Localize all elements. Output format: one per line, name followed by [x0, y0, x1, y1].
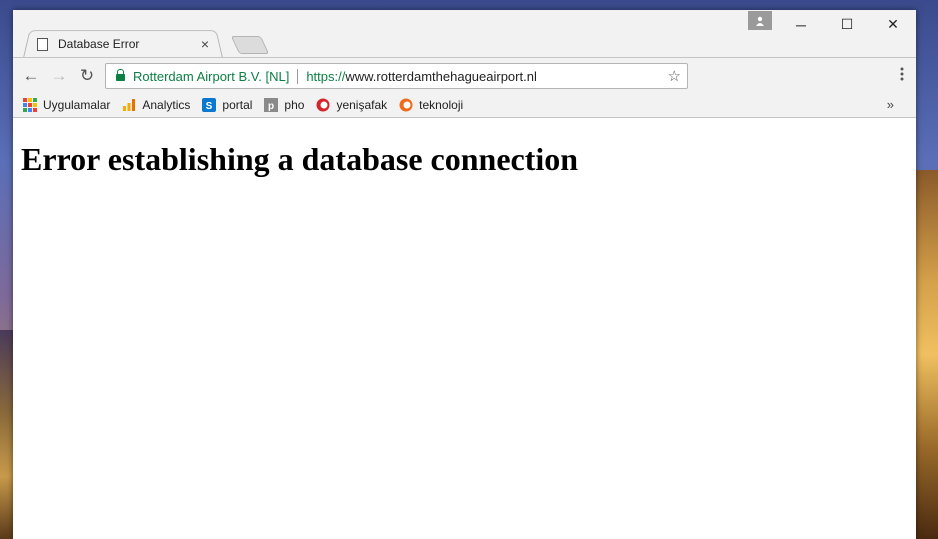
bookmark-label: Uygulamalar	[43, 97, 111, 112]
toolbar: ← → ↻ Rotterdam Airport B.V. [NL] https:…	[13, 57, 916, 92]
maximize-button[interactable]: ☐	[824, 10, 870, 39]
analytics-icon	[123, 98, 136, 111]
error-heading: Error establishing a database connection	[21, 141, 579, 177]
tab-content[interactable]: Database Error ×	[33, 32, 213, 56]
document-icon	[37, 37, 48, 51]
bookmark-uygulamalar[interactable]: Uygulamalar	[23, 97, 111, 112]
p-icon: p	[264, 97, 279, 112]
url-scheme: https://	[306, 68, 346, 84]
bookmark-label: pho	[284, 97, 305, 112]
yenisafak-icon	[316, 98, 330, 111]
back-button[interactable]: ←	[21, 66, 41, 86]
minimize-button[interactable]: ─	[778, 10, 824, 39]
desktop-wallpaper-left	[0, 330, 13, 539]
omnibox-separator	[297, 68, 299, 84]
bookmark-label: yenişafak	[336, 97, 388, 112]
url-host: www.rotterdamthehagueairport.nl	[345, 68, 537, 84]
bookmark-pho[interactable]: p pho	[264, 97, 305, 112]
browser-window: Database Error × ─ ☐ ✕ ← → ↻ Rotterdam A…	[13, 10, 916, 539]
bookmark-label: teknoloji	[419, 97, 464, 112]
bookmark-analytics[interactable]: Analytics	[122, 98, 190, 112]
tab-title: Database Error	[58, 37, 140, 51]
desktop-wallpaper-right	[916, 170, 938, 539]
bookmark-teknoloji[interactable]: teknoloji	[399, 98, 463, 112]
apps-grid-icon	[23, 97, 37, 112]
page-content: Error establishing a database connection	[13, 118, 916, 539]
bookmark-portal[interactable]: S portal	[202, 97, 253, 112]
profile-icon[interactable]	[748, 11, 772, 30]
bookmark-yenisafak[interactable]: yenişafak	[316, 98, 387, 112]
ev-certificate-label[interactable]: Rotterdam Airport B.V. [NL]	[133, 69, 289, 84]
new-tab-button[interactable]	[230, 36, 270, 54]
bookmark-star-icon[interactable]: ☆	[668, 67, 681, 85]
chrome-menu-icon[interactable]	[900, 67, 904, 81]
svg-text:p: p	[268, 101, 274, 112]
bookmarks-overflow-button[interactable]: »	[887, 97, 894, 112]
close-window-button[interactable]: ✕	[870, 10, 916, 39]
reload-button[interactable]: ↻	[77, 66, 97, 86]
tab-close-icon[interactable]: ×	[201, 36, 209, 52]
title-bar: Database Error × ─ ☐ ✕	[13, 10, 916, 58]
lock-icon	[116, 69, 125, 81]
svg-text:S: S	[206, 101, 213, 112]
bookmark-label: Analytics	[142, 97, 191, 112]
bookmarks-bar: Uygulamalar Analytics S portal p pho yen…	[13, 92, 916, 118]
address-bar[interactable]: Rotterdam Airport B.V. [NL] https:// www…	[105, 63, 688, 89]
forward-button[interactable]: →	[49, 66, 69, 86]
bookmark-label: portal	[222, 97, 253, 112]
sharepoint-icon: S	[202, 97, 217, 112]
teknoloji-icon	[399, 98, 413, 111]
